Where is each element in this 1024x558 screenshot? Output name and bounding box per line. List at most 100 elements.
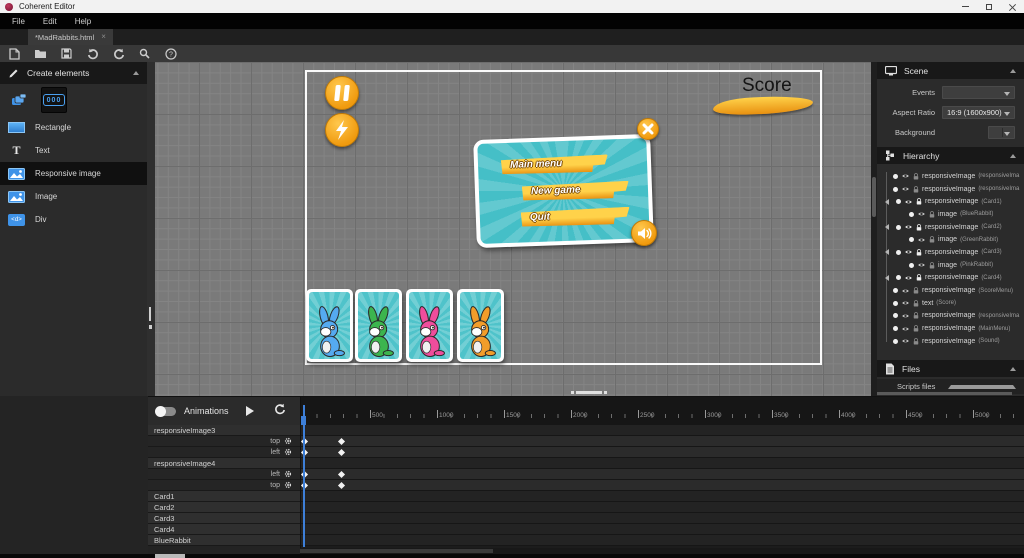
hierarchy-item[interactable]: responsiveImage(responsiveIma	[883, 170, 1024, 183]
lane-responsiveimage3[interactable]	[301, 425, 1024, 436]
lane-card2[interactable]	[301, 502, 1024, 513]
create-elements-header[interactable]: Create elements	[0, 62, 147, 84]
eye-icon[interactable]	[901, 313, 910, 319]
game-menu-panel[interactable]: Main menu New game Quit	[473, 134, 654, 248]
play-icon[interactable]	[246, 406, 254, 416]
lock-icon[interactable]	[916, 274, 922, 281]
gear-icon[interactable]	[284, 476, 292, 494]
gear-icon[interactable]	[284, 443, 292, 461]
keyframe-diamond[interactable]	[338, 482, 345, 489]
lock-icon[interactable]	[913, 186, 919, 193]
hierarchy-item[interactable]: responsiveImage(responsiveIma	[883, 310, 1024, 323]
lane-top[interactable]	[301, 480, 1024, 491]
create-responsive-image-item[interactable]: Responsive image	[0, 162, 147, 185]
lock-icon[interactable]	[913, 312, 919, 319]
track-bluerabbit[interactable]: BlueRabbit	[148, 535, 300, 546]
visibility-dot-icon[interactable]	[896, 250, 901, 255]
hierarchy-item-mainmenu[interactable]: responsiveImage(MainMenu)	[883, 322, 1024, 335]
hierarchy-item-scoremenu[interactable]: responsiveImage(ScoreMenu)	[883, 284, 1024, 297]
eye-icon[interactable]	[901, 173, 910, 179]
visibility-dot-icon[interactable]	[893, 313, 898, 318]
pause-button[interactable]	[325, 76, 359, 110]
card-orangerabbit[interactable]	[457, 289, 504, 362]
help-icon[interactable]: ?	[164, 47, 177, 60]
score-label[interactable]: Score	[742, 75, 792, 97]
lane-card1[interactable]	[301, 491, 1024, 502]
visibility-dot-icon[interactable]	[909, 237, 914, 242]
create-rectangle-item[interactable]: Rectangle	[0, 116, 147, 139]
create-div-item[interactable]: <d> Div	[0, 208, 147, 231]
redo-icon[interactable]	[112, 47, 125, 60]
undo-icon[interactable]	[86, 47, 99, 60]
new-file-icon[interactable]	[8, 47, 21, 60]
sound-button[interactable]	[631, 220, 657, 246]
eye-icon[interactable]	[901, 300, 910, 306]
track-prop-left[interactable]: left	[148, 447, 300, 458]
visibility-dot-icon[interactable]	[893, 288, 898, 293]
lock-icon[interactable]	[913, 300, 919, 307]
lane-card3[interactable]	[301, 513, 1024, 524]
scene-section-header[interactable]: Scene	[877, 62, 1024, 79]
keyframe-diamond[interactable]	[338, 449, 345, 456]
collapse-arrow-icon[interactable]	[1010, 69, 1016, 73]
lock-icon[interactable]	[916, 249, 922, 256]
files-section-header[interactable]: Files	[877, 360, 1024, 377]
lock-icon[interactable]	[916, 198, 922, 205]
close-window-icon[interactable]	[1009, 3, 1016, 10]
eye-icon[interactable]	[917, 262, 926, 268]
hierarchy-item-card1[interactable]: responsiveImage(Card1)	[883, 195, 1024, 208]
tab-close-icon[interactable]: ×	[101, 33, 106, 41]
create-image-item[interactable]: Image	[0, 185, 147, 208]
playhead-line[interactable]	[303, 405, 305, 547]
lock-icon[interactable]	[929, 236, 935, 243]
eye-icon[interactable]	[904, 249, 913, 255]
eye-icon[interactable]	[904, 199, 913, 205]
lock-icon[interactable]	[929, 211, 935, 218]
hierarchy-item-card2[interactable]: responsiveImage(Card2)	[883, 221, 1024, 234]
keyframe-diamond[interactable]	[338, 438, 345, 445]
track-card4[interactable]: Card4	[148, 524, 300, 535]
hierarchy-item[interactable]: responsiveImage(responsiveIma	[883, 183, 1024, 196]
cascade-tool-icon[interactable]	[6, 87, 32, 113]
track-card2[interactable]: Card2	[148, 502, 300, 513]
lock-icon[interactable]	[916, 224, 922, 231]
eye-icon[interactable]	[901, 288, 910, 294]
lock-icon[interactable]	[913, 338, 919, 345]
hierarchy-item-greenrabbit[interactable]: image(GreenRabbit)	[883, 233, 1024, 246]
menu-file[interactable]: File	[4, 15, 33, 28]
aspect-ratio-dropdown[interactable]: 16:9 (1600x900)	[942, 106, 1015, 119]
canvas-horizontal-scrollbar[interactable]	[571, 390, 607, 394]
responsive-tool-icon[interactable]: 000	[41, 87, 67, 113]
hierarchy-section-header[interactable]: Hierarchy	[877, 147, 1024, 164]
expand-arrow-icon[interactable]	[885, 275, 889, 281]
eye-icon[interactable]	[901, 186, 910, 192]
animations-toggle[interactable]	[156, 407, 176, 416]
card-bluerabbit[interactable]	[306, 289, 353, 362]
visibility-dot-icon[interactable]	[893, 301, 898, 306]
hierarchy-item-score[interactable]: text(Score)	[883, 297, 1024, 310]
lane-bluerabbit[interactable]	[301, 535, 1024, 546]
design-canvas[interactable]: Score Main menu New game Quit	[147, 62, 871, 396]
eye-icon[interactable]	[901, 338, 910, 344]
open-folder-icon[interactable]	[34, 47, 47, 60]
main-menu-button[interactable]: Main menu	[501, 154, 609, 175]
collapse-arrow-icon[interactable]	[948, 385, 1017, 389]
hierarchy-item-card3[interactable]: responsiveImage(Card3)	[883, 246, 1024, 259]
quit-button[interactable]: Quit	[521, 207, 631, 228]
visibility-dot-icon[interactable]	[909, 263, 914, 268]
collapse-arrow-icon[interactable]	[1010, 367, 1016, 371]
visibility-dot-icon[interactable]	[893, 174, 898, 179]
card-greenrabbit[interactable]	[355, 289, 402, 362]
hierarchy-item-bluerabbit[interactable]: image(BlueRabbit)	[883, 208, 1024, 221]
eye-icon[interactable]	[904, 275, 913, 281]
lock-icon[interactable]	[929, 262, 935, 269]
eye-icon[interactable]	[901, 326, 910, 332]
visibility-dot-icon[interactable]	[893, 339, 898, 344]
lane-card4[interactable]	[301, 524, 1024, 535]
visibility-dot-icon[interactable]	[896, 199, 901, 204]
expand-arrow-icon[interactable]	[885, 199, 889, 205]
track-prop-left[interactable]: left	[148, 469, 300, 480]
visibility-dot-icon[interactable]	[896, 225, 901, 230]
eye-icon[interactable]	[917, 237, 926, 243]
inspector-horizontal-scrollbar[interactable]	[877, 392, 1012, 395]
